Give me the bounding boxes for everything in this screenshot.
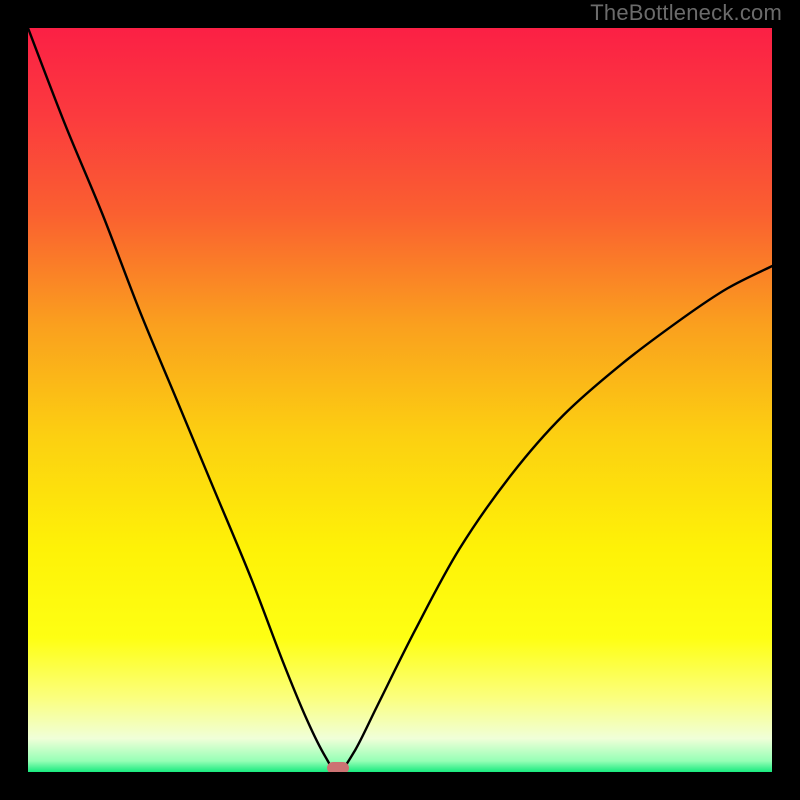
chart-frame: TheBottleneck.com (0, 0, 800, 800)
plot-area (28, 28, 772, 772)
bottleneck-curve (28, 28, 772, 772)
watermark-text: TheBottleneck.com (590, 0, 782, 26)
minimum-marker-icon (327, 762, 349, 772)
